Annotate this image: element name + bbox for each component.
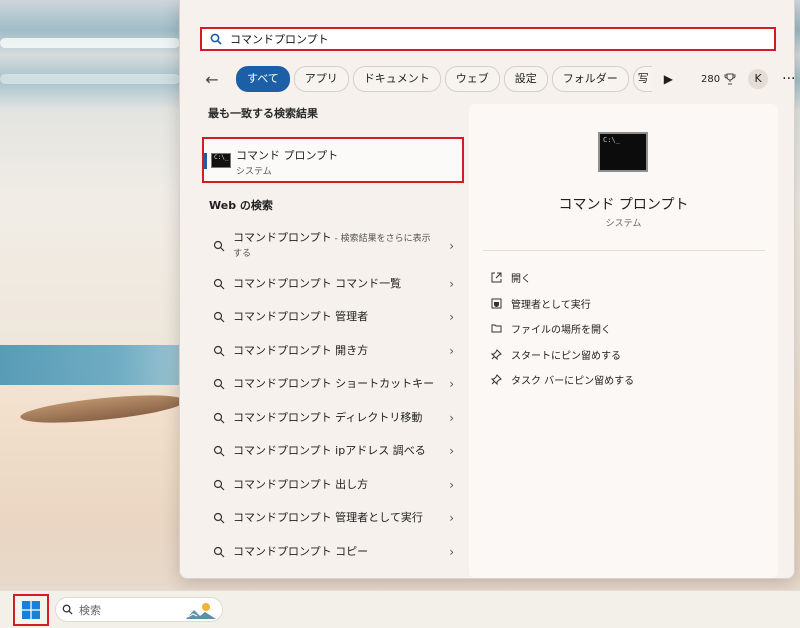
chevron-right-icon: › [449, 377, 454, 392]
detail-title: コマンド プロンプト [558, 197, 689, 213]
search-highlight-icon [186, 603, 216, 619]
more-options-icon[interactable]: ··· [782, 71, 795, 87]
detail-actions: 開く 管理者として実行 ファイルの場所を開く スタートにピン留めする タスク バ… [491, 265, 634, 393]
suggestion-label: コマンドプロンプト ipアドレス 調べる [233, 444, 426, 458]
tab-apps[interactable]: アプリ [293, 66, 349, 92]
search-icon [213, 240, 225, 252]
web-suggestion-item[interactable]: コマンドプロンプト 管理者 › [202, 301, 454, 335]
tab-photos[interactable]: 写 [632, 66, 652, 92]
divider [483, 250, 765, 251]
folder-icon [491, 324, 502, 333]
tab-documents[interactable]: ドキュメント [352, 66, 441, 92]
search-box[interactable] [200, 27, 776, 51]
tab-settings[interactable]: 設定 [503, 66, 548, 92]
web-suggestion-item[interactable]: コマンドプロンプト コピー › [202, 535, 454, 569]
search-icon [213, 513, 225, 524]
web-suggestion-item[interactable]: コマンドプロンプト ショートカットキー › [202, 368, 454, 402]
web-suggestion-item[interactable]: コマンドプロンプト 開き方 › [202, 334, 454, 368]
action-open-file-location[interactable]: ファイルの場所を開く [491, 316, 634, 342]
action-label: 管理者として実行 [511, 299, 591, 311]
more-tabs-arrow-icon[interactable]: ▶ [664, 72, 673, 86]
pin-icon [491, 348, 502, 360]
search-icon [213, 546, 225, 558]
trophy-icon[interactable] [724, 73, 736, 85]
chevron-right-icon: › [449, 310, 454, 325]
search-input[interactable] [228, 31, 774, 47]
search-icon [213, 312, 225, 323]
tab-folders[interactable]: フォルダー [551, 66, 629, 92]
taskbar-search[interactable]: 検索 [55, 597, 223, 622]
taskbar-search-placeholder: 検索 [79, 603, 101, 617]
suggestion-label: コマンドプロンプト コピー [233, 544, 369, 558]
suggestion-label: コマンドプロンプト ディレクトリ移動 [233, 410, 423, 424]
web-suggestion-item[interactable]: コマンドプロンプト コマンド一覧 › [202, 267, 454, 301]
search-icon [213, 446, 225, 457]
action-pin-to-start[interactable]: スタートにピン留めする [491, 342, 634, 368]
chevron-right-icon: › [449, 276, 454, 291]
start-button[interactable] [13, 594, 49, 626]
chevron-right-icon: › [449, 544, 454, 559]
search-icon [213, 479, 225, 491]
selection-accent [204, 153, 207, 169]
web-suggestion-item[interactable]: コマンドプロンプト - 検索結果をさらに表示する › [202, 225, 454, 267]
action-label: 開く [511, 274, 531, 286]
search-icon [213, 345, 225, 357]
suggestion-label: コマンドプロンプト 出し方 [233, 477, 369, 491]
search-icon [213, 278, 225, 290]
web-suggestion-item[interactable]: コマンドプロンプト ipアドレス 調べる › [202, 435, 454, 469]
web-suggestion-item[interactable]: コマンドプロンプト 出し方 › [202, 468, 454, 502]
suggestion-label: コマンドプロンプト ショートカットキー [233, 377, 435, 391]
suggestion-label: コマンドプロンプト コマンド一覧 [233, 276, 402, 290]
best-match-heading: 最も一致する検索結果 [208, 107, 318, 120]
chevron-right-icon: › [449, 444, 454, 459]
open-external-icon [491, 272, 502, 283]
filter-tabs: ← すべて アプリ ドキュメント ウェブ 設定 フォルダー 写 ▶ 280 K … [202, 66, 800, 92]
web-suggestion-item[interactable]: コマンドプロンプト ディレクトリ移動 › [202, 401, 454, 435]
command-prompt-icon: C:\_ [211, 153, 231, 168]
suggestion-label: コマンドプロンプト [233, 231, 332, 244]
rewards-points[interactable]: 280 [701, 74, 720, 85]
start-search-panel: ← すべて アプリ ドキュメント ウェブ 設定 フォルダー 写 ▶ 280 K … [179, 0, 795, 579]
web-suggestion-item[interactable]: コマンドプロンプト 管理者として実行 › [202, 502, 454, 536]
suggestion-label: コマンドプロンプト 管理者 [233, 310, 369, 324]
best-match-title: コマンド プロンプト [236, 149, 339, 162]
wallpaper-wave [0, 74, 180, 84]
suggestion-label: コマンドプロンプト 管理者として実行 [233, 511, 423, 525]
account-avatar[interactable]: K [748, 69, 769, 89]
chevron-right-icon: › [449, 239, 454, 253]
suggestion-label: コマンドプロンプト 開き方 [233, 343, 369, 357]
back-arrow-icon[interactable]: ← [202, 70, 222, 89]
search-icon [210, 33, 222, 45]
search-icon [62, 604, 73, 615]
chevron-right-icon: › [449, 410, 454, 425]
search-icon [213, 379, 225, 390]
action-open[interactable]: 開く [491, 265, 634, 291]
tab-web[interactable]: ウェブ [444, 66, 500, 92]
web-suggestion-list: コマンドプロンプト - 検索結果をさらに表示する › コマンドプロンプト コマン… [202, 225, 454, 569]
pin-icon [491, 374, 502, 386]
action-label: ファイルの場所を開く [511, 325, 611, 337]
windows-logo-icon [22, 601, 40, 619]
tab-all[interactable]: すべて [236, 66, 290, 92]
best-match-subtitle: システム [236, 167, 272, 177]
detail-subtitle: システム [605, 219, 642, 229]
command-prompt-icon: C:\_ [598, 132, 648, 172]
results-column: 最も一致する検索結果 [200, 105, 468, 121]
best-match-result[interactable]: C:\_ コマンド プロンプト システム [202, 137, 464, 183]
action-label: タスク バーにピン留めする [511, 376, 635, 388]
wallpaper-driftwood [19, 388, 186, 430]
action-pin-to-taskbar[interactable]: タスク バーにピン留めする [491, 367, 634, 393]
wallpaper-wave [0, 38, 180, 48]
taskbar: 検索 [0, 590, 800, 628]
chevron-right-icon: › [449, 343, 454, 358]
wallpaper-water [0, 345, 200, 385]
web-search-heading: Web の検索 [209, 199, 273, 212]
detail-panel: C:\_ コマンド プロンプト システム 開く 管理者として実行 ファイルの場所… [469, 104, 778, 578]
action-run-as-admin[interactable]: 管理者として実行 [491, 291, 634, 317]
chevron-right-icon: › [449, 477, 454, 492]
action-label: スタートにピン留めする [511, 350, 621, 362]
search-icon [213, 412, 225, 424]
shield-icon [491, 298, 502, 309]
chevron-right-icon: › [449, 511, 454, 526]
